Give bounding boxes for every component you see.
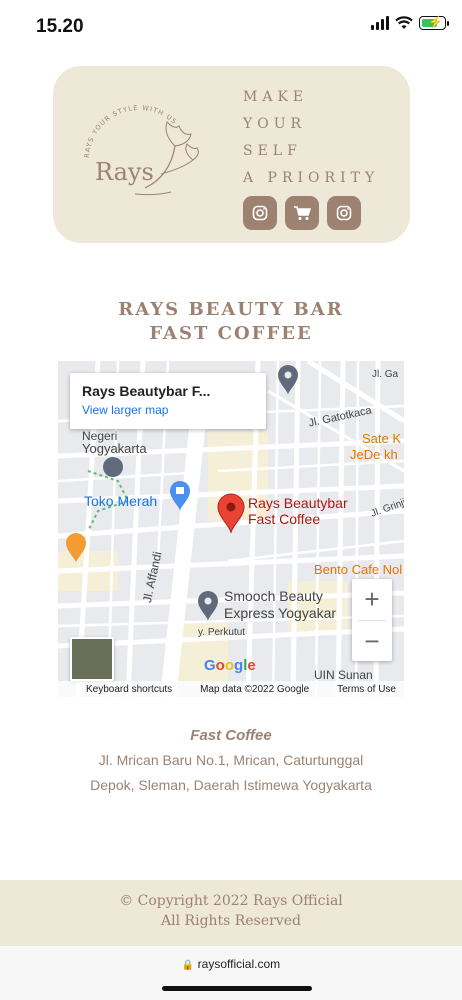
url-text: raysofficial.com [197,957,281,971]
map-footer: Keyboard shortcuts Map data ©2022 Google… [58,681,404,697]
lock-icon: 🔒 [181,960,195,971]
tagline-line: A PRIORITY [243,170,380,186]
map-label-smooch-1: Smooch Beauty [224,588,323,604]
instagram-icon [252,205,268,221]
embedded-map[interactable]: Rays Beautybar F... View larger map Nege… [58,361,404,697]
rights-text: All Rights Reserved [161,913,301,929]
address-line-1: Jl. Mrican Baru No.1, Mrican, Caturtungg… [98,752,364,768]
wifi-icon [395,16,413,29]
browser-url-bar[interactable]: 🔒 raysofficial.com [0,946,462,1000]
status-bar: 15.20 ⚡ [0,0,462,54]
keyboard-shortcuts-link[interactable]: Keyboard shortcuts [86,684,172,695]
google-logo: Google [204,657,256,674]
shop-button[interactable] [285,196,319,230]
url-display[interactable]: 🔒 raysofficial.com [0,957,462,971]
map-label-jede: JeDe kh [350,447,398,462]
view-larger-map-link[interactable]: View larger map [82,403,254,417]
zoom-controls: + − [352,579,392,661]
map-label-toko-merah: Toko Merah [84,493,158,509]
social-links [243,196,361,230]
map-label-sate: Sate K [362,431,402,446]
rays-logo: RAYS YOUR STYLE WITH US Rays [83,104,199,196]
map-label-rays-2: Fast Coffee [248,511,321,527]
battery-icon: ⚡ [419,15,449,30]
cart-icon [294,206,311,220]
map-label-yogyakarta: Yogyakarta [82,441,147,456]
title-line-1: RAYS BEAUTY BAR [118,299,344,320]
map-label-smooch-2: Express Yogyakar [224,605,337,621]
tagline-line: SELF [243,143,302,159]
map-label-perkutut: y. Perkutut [198,627,246,638]
site-footer: © Copyright 2022 Rays Official All Right… [0,880,462,946]
tagline-line: YOUR [243,116,307,132]
hero-card: RAYS YOUR STYLE WITH US Rays MAKE YOUR S… [53,66,410,243]
map-label-rays-1: Rays Beautybar [248,495,348,511]
terms-link[interactable]: Terms of Use [337,684,396,695]
tagline-line: MAKE [243,89,309,105]
svg-text:RAYS YOUR STYLE WITH US: RAYS YOUR STYLE WITH US [83,104,179,158]
signal-icon [371,16,389,30]
map-place-title: Rays Beautybar F... [82,383,211,399]
title-line-2: FAST COFFEE [149,323,313,344]
address-name: Fast Coffee [190,727,272,744]
tagline: MAKE YOUR SELF A PRIORITY [243,84,379,192]
copyright-text: © Copyright 2022 Rays Official [119,893,343,909]
home-indicator[interactable] [162,986,312,991]
instagram-button[interactable] [243,196,277,230]
instagram-icon [336,205,352,221]
satellite-toggle[interactable] [70,637,114,681]
map-data-text: Map data ©2022 Google [200,683,310,695]
svg-text:Rays: Rays [95,158,154,186]
zoom-out-button[interactable]: − [352,621,392,662]
instagram-button-2[interactable] [327,196,361,230]
map-label-jl-ga: Jl. Ga [372,369,399,380]
status-time: 15.20 [36,16,84,37]
address-line-2: Depok, Sleman, Daerah Istimewa Yogyakart… [90,777,372,793]
map-label-bento: Bento Cafe Nol [314,562,403,577]
status-icons: ⚡ [371,15,449,30]
page-title: RAYS BEAUTY BAR FAST COFFEE [0,298,462,346]
map-info-box: Rays Beautybar F... View larger map [70,373,266,429]
map-label-uin: UIN Sunan [314,668,373,682]
zoom-in-button[interactable]: + [352,579,392,620]
